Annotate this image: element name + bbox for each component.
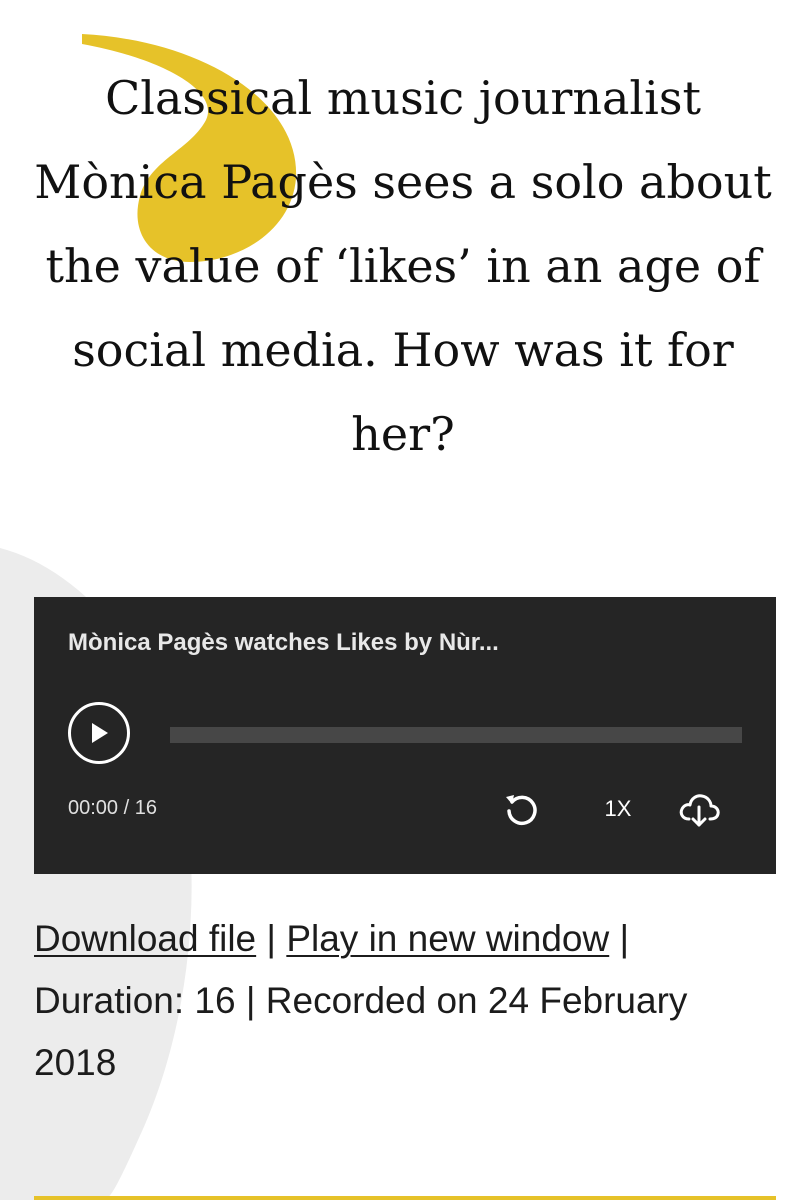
- play-button[interactable]: [68, 702, 130, 764]
- bottom-accent-line: [34, 1196, 776, 1200]
- play-new-window-link[interactable]: Play in new window: [286, 918, 609, 959]
- progress-bar[interactable]: [170, 727, 742, 743]
- separator: |: [619, 918, 630, 959]
- duration-text: Duration: 16: [34, 980, 236, 1021]
- separator: |: [245, 980, 256, 1021]
- playback-speed-button[interactable]: 1X: [596, 787, 640, 831]
- download-file-link[interactable]: Download file: [34, 918, 256, 959]
- play-icon: [92, 723, 108, 743]
- page-headline: Classical music journalist Mònica Pagès …: [34, 71, 772, 461]
- download-button[interactable]: [674, 787, 724, 831]
- cloud-download-icon: [679, 794, 720, 827]
- audio-player: Mònica Pagès watches Likes by Nùr... 00:…: [34, 597, 776, 874]
- time-display: 00:00 / 16: [68, 797, 157, 819]
- replay-icon: [506, 795, 537, 826]
- separator: |: [266, 918, 277, 959]
- replay-button[interactable]: [500, 787, 544, 831]
- audio-meta: Download file | Play in new window | Dur…: [34, 908, 774, 1094]
- track-title: Mònica Pagès watches Likes by Nùr...: [68, 629, 499, 656]
